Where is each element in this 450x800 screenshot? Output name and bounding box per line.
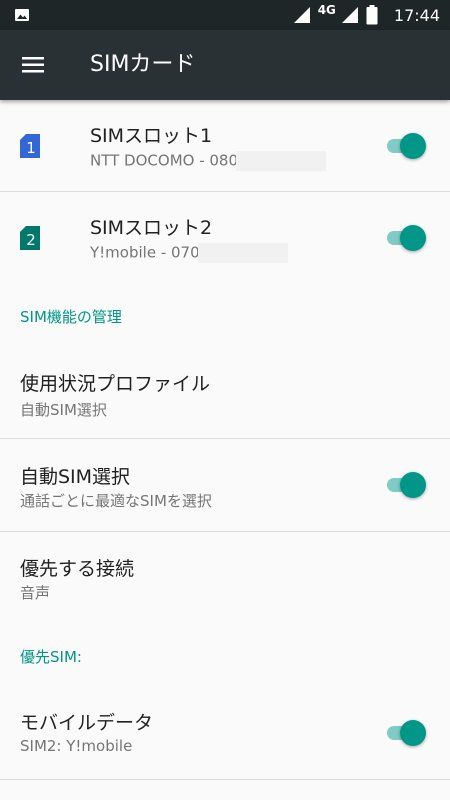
sim-slot-2-row[interactable]: 2 SIMスロット2 Y!mobile - 070	[0, 192, 450, 284]
preferred-connection-row[interactable]: 優先する接続 音声	[0, 532, 450, 624]
battery-icon	[366, 5, 378, 25]
settings-list: 1 SIMスロット1 NTT DOCOMO - 080 2 SIMスロット2 Y…	[0, 100, 450, 800]
toggle-thumb	[400, 472, 426, 498]
mobile-data-subtitle: SIM2: Y!mobile	[20, 737, 133, 755]
usage-profile-title: 使用状況プロファイル	[20, 373, 211, 395]
sim-slot-2-number: Y!mobile - 070	[90, 243, 200, 262]
clock: 17:44	[393, 5, 440, 25]
mobile-data-toggle[interactable]	[385, 718, 427, 748]
sim-card-2-icon: 2	[20, 226, 40, 250]
network-type: 4G	[317, 3, 336, 17]
app-bar: SIMカード	[0, 30, 450, 100]
mobile-data-row[interactable]: モバイルデータ SIM2: Y!mobile	[0, 688, 450, 778]
sim-card-1-icon: 1	[20, 134, 40, 158]
sim-slot-2-subtitle: Y!mobile - 070	[90, 243, 288, 263]
sim-slot-1-subtitle: NTT DOCOMO - 080	[90, 151, 327, 171]
page-title: SIMカード	[90, 52, 196, 77]
redaction-mask	[197, 243, 288, 263]
toggle-thumb	[400, 133, 426, 159]
auto-sim-row[interactable]: 自動SIM選択 通話ごとに最適なSIMを選択	[0, 439, 450, 531]
sim-card-1-number: 1	[26, 139, 36, 157]
status-bar: 4G 17:44	[0, 0, 450, 30]
signal-icon	[341, 7, 358, 23]
usage-profile-subtitle: 自動SIM選択	[20, 401, 107, 419]
sim-card-2-number: 2	[26, 231, 36, 249]
mobile-data-title: モバイルデータ	[20, 712, 154, 734]
auto-sim-toggle[interactable]	[385, 470, 427, 500]
hamburger-menu-icon[interactable]	[20, 52, 46, 78]
section-header-sim-functions: SIM機能の管理	[20, 308, 122, 326]
auto-sim-subtitle: 通話ごとに最適なSIMを選択	[20, 492, 212, 510]
status-icons: 4G 17:44	[292, 0, 440, 30]
signal-icon	[293, 7, 310, 23]
sim-slot-2-toggle[interactable]	[385, 223, 427, 253]
sim-slot-1-title: SIMスロット1	[90, 125, 213, 147]
sim-slot-1-row[interactable]: 1 SIMスロット1 NTT DOCOMO - 080	[0, 100, 450, 191]
sim-slot-2-title: SIMスロット2	[90, 217, 213, 239]
toggle-thumb	[400, 225, 426, 251]
redaction-mask	[236, 151, 327, 171]
auto-sim-title: 自動SIM選択	[20, 466, 131, 488]
usage-profile-row[interactable]: 使用状況プロファイル 自動SIM選択	[0, 350, 450, 438]
preferred-connection-subtitle: 音声	[20, 584, 51, 602]
image-notification-icon	[15, 9, 29, 21]
preferred-connection-title: 優先する接続	[20, 558, 135, 580]
divider	[0, 779, 450, 780]
sim-slot-1-number: NTT DOCOMO - 080	[90, 151, 239, 170]
sim-slot-1-toggle[interactable]	[385, 131, 427, 161]
toggle-thumb	[400, 720, 426, 746]
section-header-preferred-sim: 優先SIM:	[20, 648, 82, 666]
